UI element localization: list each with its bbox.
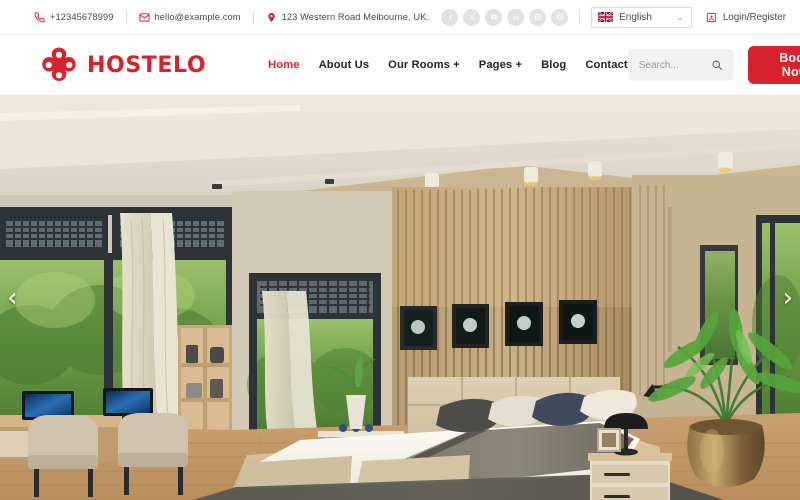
nav-item-about-us[interactable]: About Us <box>319 59 370 71</box>
hero-room-image <box>0 95 800 500</box>
brand-name: HOSTELO <box>87 52 207 78</box>
login-register-link[interactable]: Login/Register <box>706 12 786 23</box>
search-box[interactable]: Search... <box>627 49 734 81</box>
book-now-button[interactable]: Book Now <box>747 46 800 84</box>
search-input[interactable]: Search... <box>639 60 705 71</box>
site-header: HOSTELO Home About Us Our Rooms + Pages … <box>0 35 800 95</box>
language-select[interactable]: English ⌄ <box>591 6 692 28</box>
instagram-icon[interactable] <box>529 8 547 26</box>
header-actions: Search... Book Now <box>627 46 800 84</box>
location-pin-icon <box>266 12 277 23</box>
contact-phone[interactable]: +12345678999 <box>28 11 126 23</box>
top-bar: +12345678999 hello@example.com 123 Weste… <box>0 0 800 35</box>
language-value: English <box>619 11 652 23</box>
hero-slider: ‹ › <box>0 95 800 500</box>
contact-phone-text: +12345678999 <box>50 12 114 22</box>
nav-item-pages[interactable]: Pages + <box>479 59 522 71</box>
login-register-label: Login/Register <box>722 11 786 23</box>
carousel-next-button[interactable]: › <box>783 285 793 311</box>
nav-item-contact[interactable]: Contact <box>585 59 627 71</box>
phone-icon <box>34 11 45 23</box>
main-navigation: Home About Us Our Rooms + Pages + Blog C… <box>268 59 628 71</box>
page-root: +12345678999 hello@example.com 123 Weste… <box>0 0 800 500</box>
search-icon[interactable] <box>711 59 723 71</box>
nav-item-our-rooms[interactable]: Our Rooms + <box>388 59 460 71</box>
divider <box>579 9 581 25</box>
quatrefoil-logo-icon <box>42 47 76 81</box>
contact-email[interactable]: hello@example.com <box>127 12 253 23</box>
facebook-icon[interactable] <box>441 8 459 26</box>
contact-info-group: +12345678999 hello@example.com 123 Weste… <box>28 10 442 24</box>
carousel-prev-button[interactable]: ‹ <box>7 285 17 311</box>
youtube-icon[interactable] <box>485 8 503 26</box>
nav-item-blog[interactable]: Blog <box>541 59 566 71</box>
contact-email-text: hello@example.com <box>154 12 241 22</box>
brand-logo[interactable]: HOSTELO <box>40 46 206 84</box>
x-twitter-icon[interactable] <box>463 8 481 26</box>
linkedin-icon[interactable] <box>507 8 525 26</box>
contact-address[interactable]: 123 Western Road Melbourne, UK. <box>254 12 442 23</box>
social-links <box>441 8 569 26</box>
pinterest-icon[interactable] <box>551 8 569 26</box>
mail-icon <box>138 12 150 23</box>
chevron-down-icon: ⌄ <box>676 11 684 22</box>
nav-item-home[interactable]: Home <box>268 59 299 71</box>
id-card-icon <box>706 12 716 22</box>
contact-address-text: 123 Western Road Melbourne, UK. <box>281 12 430 22</box>
uk-flag-icon <box>598 12 614 22</box>
